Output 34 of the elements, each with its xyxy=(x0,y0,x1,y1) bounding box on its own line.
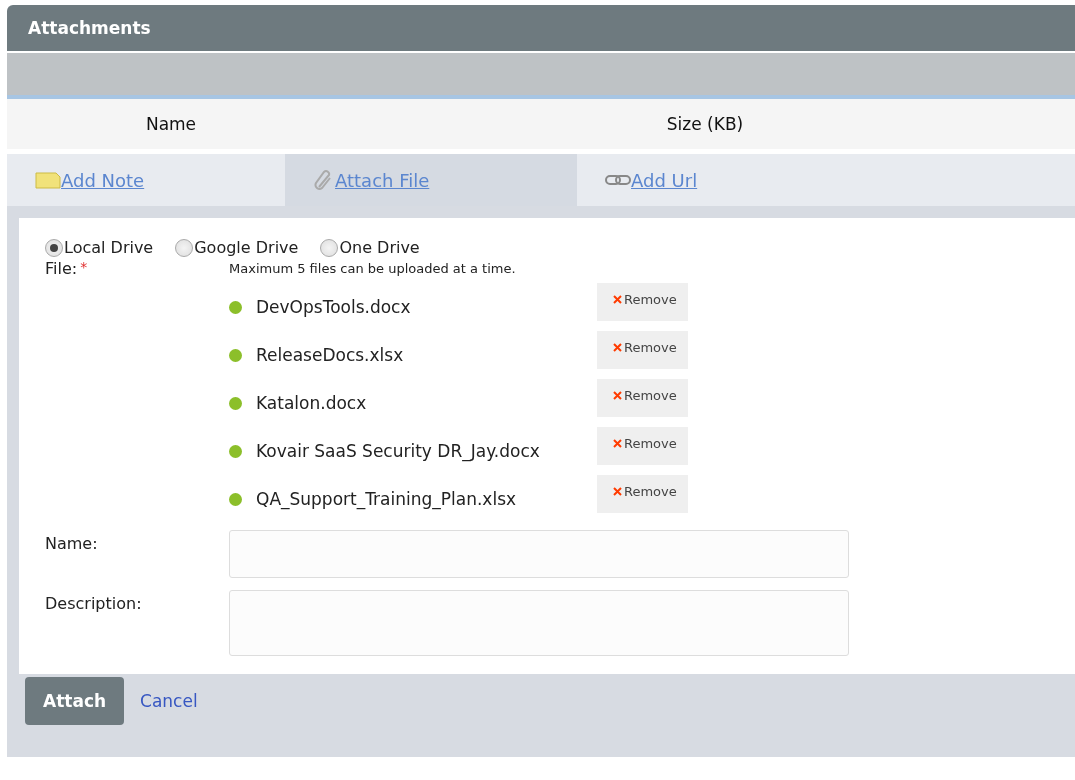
field-label: Description: xyxy=(45,593,143,615)
panel-title: Attachments xyxy=(28,18,151,38)
radio-label[interactable]: Local Drive xyxy=(64,238,154,257)
column-heading: Name xyxy=(145,114,197,134)
note-icon xyxy=(35,171,61,189)
radio-label[interactable]: One Drive xyxy=(339,238,420,257)
radio-button[interactable] xyxy=(320,238,339,257)
close-icon xyxy=(613,486,622,496)
file-name: Kovair SaaS Security DR_Jay.docx xyxy=(229,431,597,461)
close-icon xyxy=(613,342,622,352)
column-heading: Size (KB) xyxy=(666,114,744,134)
close-icon xyxy=(613,438,622,448)
radio-button[interactable] xyxy=(45,238,63,257)
file-name: Katalon.docx xyxy=(229,383,597,413)
close-icon xyxy=(613,390,622,400)
cancel-link[interactable]: Cancel xyxy=(140,691,198,711)
close-icon xyxy=(613,294,622,304)
file-label: File: * xyxy=(45,259,89,280)
upload-hint: Maximum 5 files can be uploaded at a time. xyxy=(229,261,517,276)
file-name: ReleaseDocs.xlsx xyxy=(229,335,597,365)
description-field[interactable] xyxy=(229,590,849,656)
radio-label[interactable]: Google Drive xyxy=(194,238,299,257)
remove-button[interactable]: Remove xyxy=(597,379,688,417)
remove-button[interactable]: Remove xyxy=(597,427,688,465)
field-label: Name: xyxy=(45,533,99,555)
remove-button[interactable]: Remove xyxy=(597,475,688,513)
radio-button[interactable] xyxy=(175,238,194,257)
attach-button[interactable]: Attach xyxy=(25,677,125,725)
remove-button[interactable]: Remove xyxy=(597,283,688,321)
name-field[interactable] xyxy=(229,530,849,578)
chain-link-icon xyxy=(605,173,631,187)
file-name: DevOpsTools.docx xyxy=(229,287,597,317)
remove-button[interactable]: Remove xyxy=(597,331,688,369)
file-name: QA_Support_Training_Plan.xlsx xyxy=(229,479,597,509)
